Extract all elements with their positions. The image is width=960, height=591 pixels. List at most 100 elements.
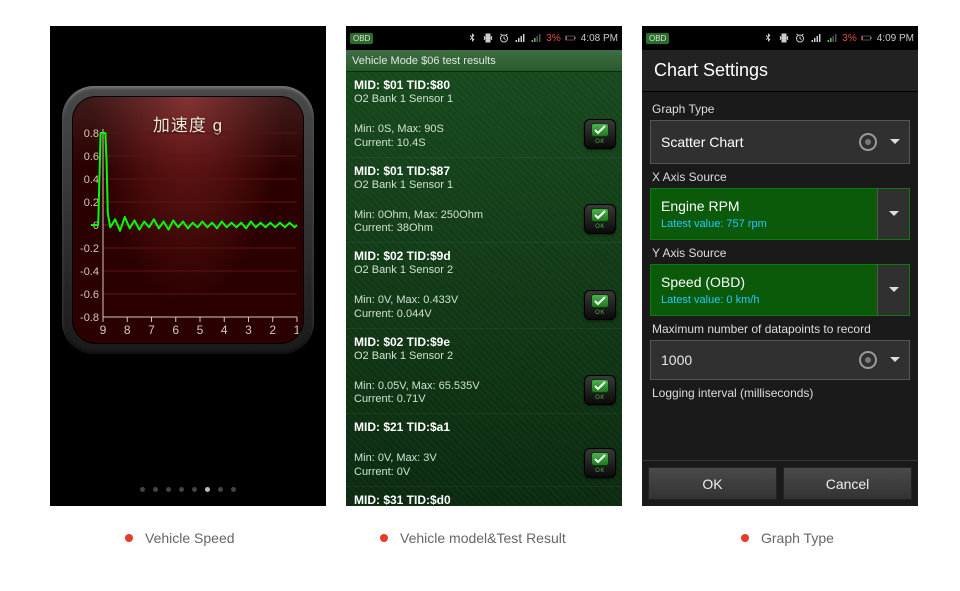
bluetooth-icon (466, 32, 478, 44)
caption-text: Vehicle model&Test Result (400, 530, 566, 546)
result-values: Min: 0V, Max: 3VCurrent: 0V (354, 452, 614, 480)
result-item[interactable]: MID: $31 TID:$d0 (346, 487, 622, 507)
result-values: Min: 0V, Max: 0.433VCurrent: 0.044V (354, 294, 614, 322)
screenshot-vehicle-speed: 加速度 g 0.80.60.40.20-0.2-0.4-0.6-0.898765… (50, 26, 326, 506)
battery-icon (861, 32, 873, 44)
result-sensor: O2 Bank 1 Sensor 2 (354, 350, 614, 362)
result-mid: MID: $21 TID:$a1 (354, 420, 614, 434)
svg-text:-0.6: -0.6 (80, 289, 99, 301)
ok-text: OK (595, 310, 605, 316)
input-max-datapoints[interactable]: 1000 (650, 340, 910, 380)
svg-text:-0.2: -0.2 (80, 243, 99, 255)
ok-text: OK (595, 224, 605, 230)
screenshot-test-results: OBD 3% 4:08 PM Vehicle Mode $06 test res… (346, 26, 622, 506)
svg-text:1: 1 (294, 323, 301, 337)
result-item[interactable]: MID: $01 TID:$87O2 Bank 1 Sensor 1Min: 0… (346, 158, 622, 244)
select-y-axis-source[interactable]: Speed (OBD) Latest value: 0 km/h (650, 264, 910, 316)
status-bar: OBD 3% 4:08 PM (346, 26, 622, 50)
caption-graph-type: Graph Type (741, 530, 834, 546)
svg-text:2: 2 (269, 323, 276, 337)
battery-icon (565, 32, 577, 44)
phone2-body: Vehicle Mode $06 test results MID: $01 T… (346, 50, 622, 506)
signal-icon-2 (530, 32, 542, 44)
result-item[interactable]: MID: $02 TID:$9eO2 Bank 1 Sensor 2Min: 0… (346, 329, 622, 415)
check-icon (591, 123, 609, 137)
cancel-button[interactable]: Cancel (783, 467, 912, 500)
gauge-chart: 加速度 g 0.80.60.40.20-0.2-0.4-0.6-0.898765… (72, 96, 304, 344)
result-sensor: O2 Bank 1 Sensor 1 (354, 179, 614, 191)
ok-badge: OK (584, 119, 616, 149)
results-list[interactable]: MID: $01 TID:$80 O2 Bank 1 Sensor 1 Min: 0… (346, 72, 622, 506)
result-item[interactable]: MID: $21 TID:$a1 Min: 0V, Max: 3VCurrent:… (346, 414, 622, 487)
bullet-icon (741, 534, 749, 542)
y-source-latest: Latest value: 0 km/h (661, 294, 867, 306)
svg-text:-0.4: -0.4 (80, 266, 99, 278)
signal-icon (810, 32, 822, 44)
ok-text: OK (595, 395, 605, 401)
page-indicator[interactable] (50, 487, 326, 492)
bullet-icon (125, 534, 133, 542)
vibrate-icon (778, 32, 790, 44)
page-dot[interactable] (205, 487, 210, 492)
label-y-source: Y Axis Source (652, 246, 908, 260)
page-dot[interactable] (153, 487, 158, 492)
ok-button[interactable]: OK (648, 467, 777, 500)
alarm-icon (794, 32, 806, 44)
phone1-body: 加速度 g 0.80.60.40.20-0.2-0.4-0.6-0.898765… (50, 26, 326, 506)
x-source-latest: Latest value: 757 rpm (661, 218, 867, 230)
chevron-down-icon (881, 356, 909, 364)
radio-icon (859, 133, 877, 151)
result-values: Min: 0S, Max: 90SCurrent: 10.4S (354, 123, 614, 151)
svg-text:-0.8: -0.8 (80, 312, 99, 324)
chevron-down-icon (877, 265, 909, 315)
svg-text:5: 5 (197, 323, 204, 337)
x-source-name: Engine RPM (661, 198, 867, 214)
ok-badge: OK (584, 204, 616, 234)
dialog-title: Chart Settings (642, 50, 918, 92)
svg-text:0.4: 0.4 (84, 174, 99, 186)
svg-text:8: 8 (124, 323, 131, 337)
label-interval: Logging interval (milliseconds) (652, 386, 908, 400)
screenshot-chart-settings: OBD 3% 4:09 PM Chart Settings Graph Type… (642, 26, 918, 506)
battery-text: 3% (546, 33, 560, 44)
caption-test-result: Vehicle model&Test Result (380, 530, 566, 546)
result-sensor: O2 Bank 1 Sensor 2 (354, 264, 614, 276)
page-dot[interactable] (179, 487, 184, 492)
y-source-name: Speed (OBD) (661, 274, 867, 290)
max-points-value: 1000 (651, 352, 859, 368)
page-dot[interactable] (192, 487, 197, 492)
chevron-down-icon (877, 189, 909, 239)
svg-text:0.2: 0.2 (84, 197, 99, 209)
signal-icon (514, 32, 526, 44)
select-graph-type[interactable]: Scatter Chart (650, 120, 910, 164)
result-mid: MID: $02 TID:$9d (354, 249, 614, 263)
alarm-icon (498, 32, 510, 44)
graph-type-value: Scatter Chart (651, 134, 859, 150)
select-x-axis-source[interactable]: Engine RPM Latest value: 757 rpm (650, 188, 910, 240)
gauge-plot: 0.80.60.40.20-0.2-0.4-0.6-0.8987654321 (73, 97, 304, 344)
result-values: Min: 0Ohm, Max: 250OhmCurrent: 38Ohm (354, 209, 614, 237)
result-mid: MID: $02 TID:$9e (354, 335, 614, 349)
status-bar: OBD 3% 4:09 PM (642, 26, 918, 50)
label-graph-type: Graph Type (652, 102, 908, 116)
result-item[interactable]: MID: $01 TID:$80O2 Bank 1 Sensor 1Min: 0… (346, 72, 622, 158)
page-dot[interactable] (166, 487, 171, 492)
ok-badge: OK (584, 290, 616, 320)
caption-vehicle-speed: Vehicle Speed (125, 530, 235, 546)
bluetooth-icon (762, 32, 774, 44)
results-title: Vehicle Mode $06 test results (346, 50, 622, 72)
result-item[interactable]: MID: $02 TID:$9dO2 Bank 1 Sensor 2 Min: 0… (346, 243, 622, 329)
signal-icon-2 (826, 32, 838, 44)
obd-badge: OBD (350, 33, 373, 44)
check-icon (591, 294, 609, 308)
caption-text: Vehicle Speed (145, 530, 235, 546)
page-dot[interactable] (218, 487, 223, 492)
ok-badge: OK (584, 448, 616, 478)
radio-icon (859, 351, 877, 369)
result-mid: MID: $01 TID:$80 (354, 78, 614, 92)
check-icon (591, 452, 609, 466)
page-dot[interactable] (140, 487, 145, 492)
check-icon (591, 208, 609, 222)
svg-text:0.6: 0.6 (84, 151, 99, 163)
page-dot[interactable] (231, 487, 236, 492)
